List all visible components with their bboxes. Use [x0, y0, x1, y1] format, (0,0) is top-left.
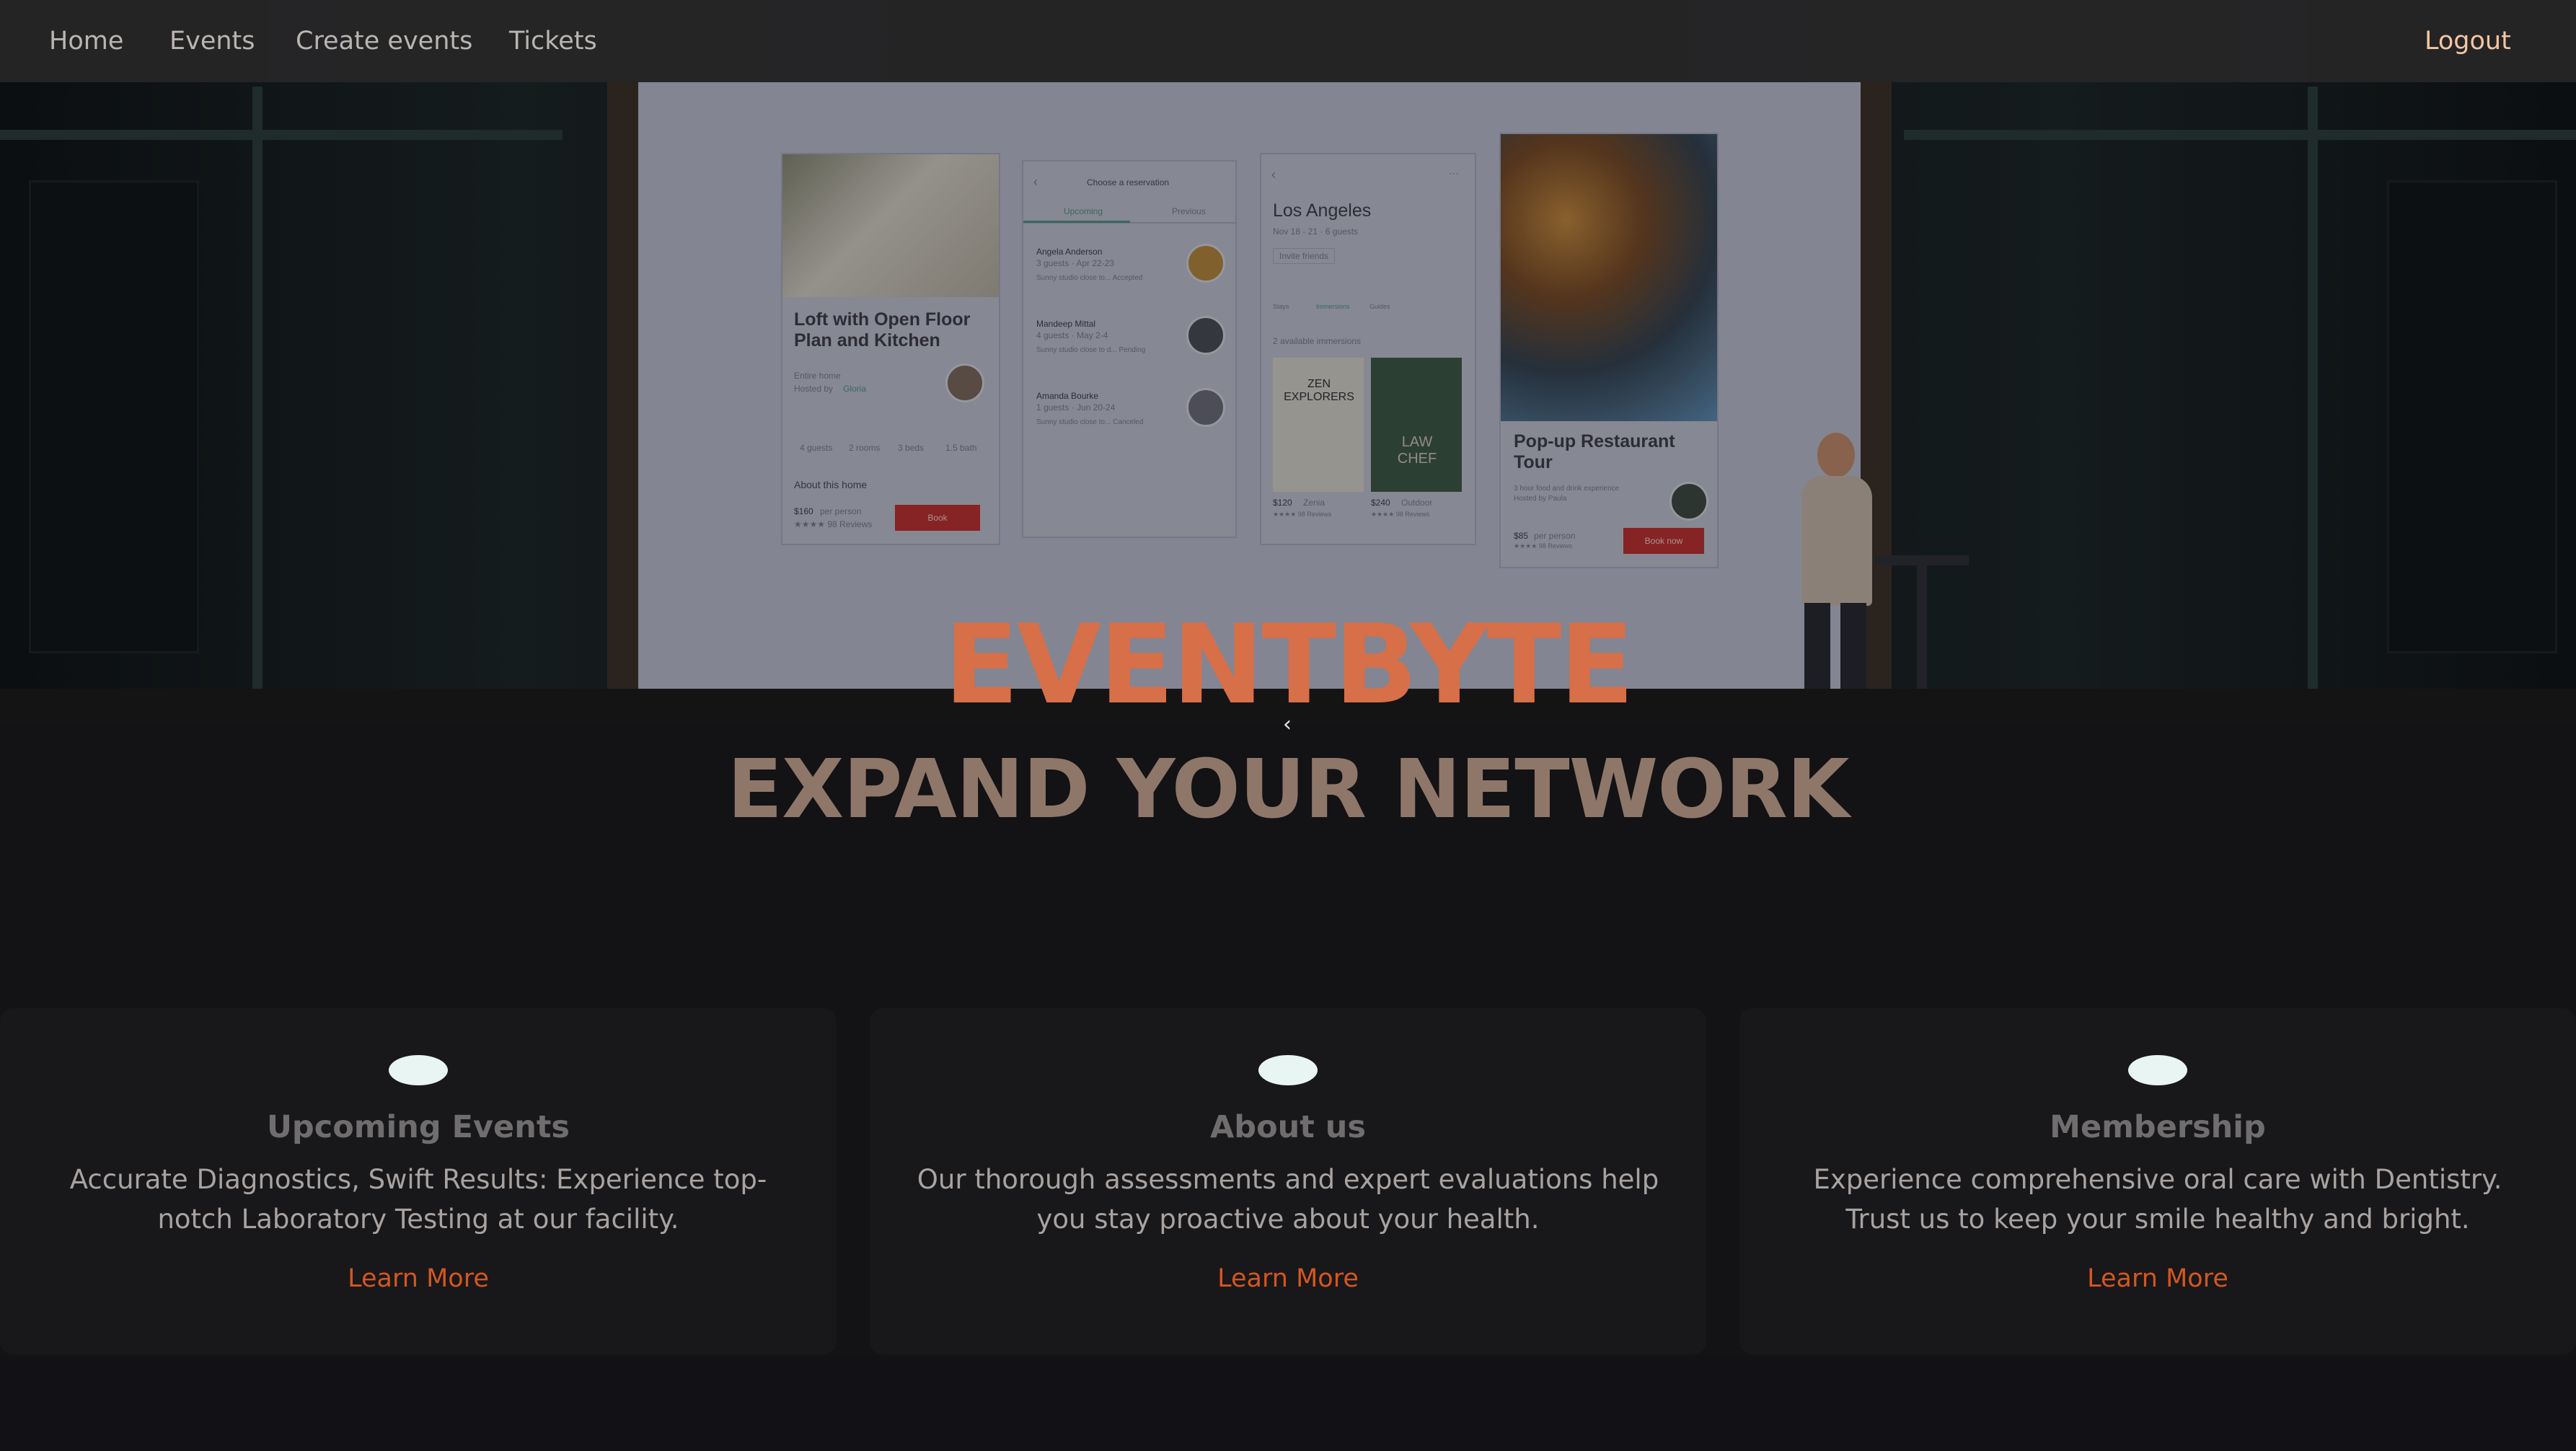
logout-link[interactable]: Logout	[2425, 0, 2511, 82]
card-title: Membership	[2050, 1109, 2266, 1145]
ellipse-icon	[2128, 1055, 2187, 1085]
nav-home-link[interactable]: Home	[49, 0, 123, 82]
learn-more-link[interactable]: Learn More	[1739, 1264, 2576, 1293]
card-title: Upcoming Events	[267, 1109, 570, 1145]
card-title: About us	[1210, 1109, 1366, 1145]
hero-tagline: EXPAND YOUR NETWORK	[727, 743, 1850, 837]
ellipse-icon	[389, 1055, 448, 1085]
carousel-prev-button[interactable]: ‹	[1276, 713, 1298, 737]
ellipse-icon	[1258, 1055, 1318, 1085]
card-description: Our thorough assessments and expert eval…	[917, 1164, 1659, 1235]
brand-title: EVENTBYTE	[943, 601, 1634, 728]
nav-create-events-link[interactable]: Create events	[296, 0, 472, 82]
feature-card-upcoming-events: Upcoming Events Accurate Diagnostics, Sw…	[0, 1008, 837, 1354]
learn-more-link[interactable]: Learn More	[870, 1264, 1706, 1293]
nav-events-link[interactable]: Events	[169, 0, 255, 82]
card-description: Experience comprehensive oral care with …	[1813, 1164, 2502, 1235]
page-footer-area	[0, 1356, 2576, 1451]
feature-card-about-us: About us Our thorough assessments and ex…	[870, 1008, 1706, 1354]
card-description: Accurate Diagnostics, Swift Results: Exp…	[69, 1164, 767, 1235]
chevron-left-icon: ‹	[1283, 712, 1292, 737]
nav-tickets-link[interactable]: Tickets	[509, 0, 597, 82]
feature-card-membership: Membership Experience comprehensive oral…	[1739, 1008, 2576, 1354]
top-nav: Home Events Create events Tickets Logout	[0, 0, 2576, 82]
learn-more-link[interactable]: Learn More	[0, 1264, 837, 1293]
